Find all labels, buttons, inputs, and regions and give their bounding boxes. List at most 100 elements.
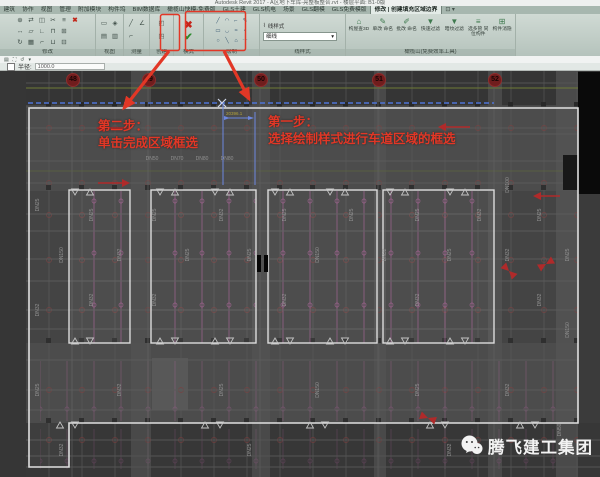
radius-input[interactable]	[35, 63, 105, 70]
ribbon-tab[interactable]: 建筑	[0, 6, 19, 14]
pipe-size-label: DN25	[35, 199, 41, 212]
olive-tool-button[interactable]: ✎单改 命名	[372, 16, 394, 32]
line-style-value: 细线	[266, 33, 277, 40]
modify-tool-icon[interactable]: ⊕	[16, 16, 25, 26]
olive-tool-label: 构件消隐	[491, 27, 513, 32]
modify-tool-icon[interactable]: ⊔	[49, 38, 58, 48]
ribbon-tab[interactable]: 构件坞	[105, 6, 129, 14]
drawing-canvas[interactable]: 4849505152 DN25DN32DN150DN25DN32DN32DN25…	[0, 71, 600, 477]
ribbon-tab[interactable]: 附加模块	[74, 6, 104, 14]
measure-tool-icon[interactable]: ╱	[127, 19, 136, 29]
modify-tool-icon[interactable]: ⊓	[49, 27, 58, 37]
panel-draw: ╱▭○◠◡╲⌐≈⌂✎∘⋯ 绘制	[204, 14, 260, 56]
draw-tool-icon[interactable]: ╱	[215, 17, 222, 25]
ribbon-tab[interactable]: 场景	[279, 6, 298, 14]
ribbon: ⊕↔↻⇄▱▦◫∟⌐✂⊓⊔≡⊞⊟✖ 修改 ▭▤◈▥ 视图 ╱⌐∠ 测量 ◰◳ 创建…	[0, 14, 600, 57]
pipe-size-label: DN32	[219, 209, 225, 222]
radius-checkbox[interactable]	[7, 63, 15, 71]
annotation-step2: 第二步： 单击完成区域框选	[98, 118, 198, 152]
pipe-size-label: DN150	[59, 247, 65, 263]
panel-view: ▭ ▤◈ ▥ 视图	[96, 14, 124, 56]
panel-view-label: 视图	[96, 49, 123, 56]
olive-tool-label: 批改 命名	[396, 27, 418, 32]
modify-tool-icon[interactable]: ⊞	[60, 27, 69, 37]
radius-label: 半径:	[18, 62, 32, 71]
modify-tool-icon[interactable]: ⊟	[60, 38, 69, 48]
olive-tool-button[interactable]: ≡选多管 同位构件	[467, 16, 489, 37]
view-tool-icon[interactable]: ▭	[100, 19, 109, 29]
pipe-size-label: DN25	[247, 444, 253, 457]
draw-tool-icon[interactable]: ○	[215, 37, 222, 45]
draw-tool-icon[interactable]: ⋯	[242, 37, 249, 45]
olive-tool-label: 快速过滤	[420, 27, 442, 32]
annotation-step1: 第一步： 选择绘制样式进行车道区域的框选	[268, 114, 456, 148]
modify-tool-icon[interactable]: ↻	[16, 38, 25, 48]
modify-tool-icon[interactable]: ⌐	[38, 38, 47, 48]
olive-tool-button[interactable]: ✐批改 命名	[396, 16, 418, 32]
pipe-size-label: DN25	[282, 209, 288, 222]
draw-tool-icon[interactable]: ✎	[242, 17, 249, 25]
olive-tool-icon: ✎	[372, 16, 394, 27]
modify-tool-icon[interactable]: ✖	[71, 16, 80, 26]
ribbon-tab[interactable]: GLS机电	[249, 6, 279, 14]
line-style-dropdown[interactable]: 细线 ▾	[263, 32, 337, 41]
draw-tool-icon[interactable]: ≈	[233, 27, 240, 35]
view-tool-icon[interactable]: ▤	[100, 32, 109, 42]
pipe-size-label: DN32	[282, 294, 288, 307]
panel-mode: ✖ ✔ 模式	[174, 14, 204, 56]
measure-tool-icon[interactable]: ⌐	[127, 32, 136, 42]
modify-tool-icon[interactable]: ⇄	[27, 16, 36, 26]
ribbon-tab[interactable]: BIM数据库	[129, 6, 164, 14]
ribbon-tab[interactable]: GLS翻模	[298, 6, 328, 14]
ribbon-tab[interactable]: GLS土建	[219, 6, 249, 14]
pipe-size-label: DN25	[415, 384, 421, 397]
line-style-row-label: 线样式	[268, 22, 285, 30]
modify-tool-icon[interactable]: ▦	[27, 38, 36, 48]
draw-tool-icon[interactable]: ╲	[224, 37, 231, 45]
ribbon-tab[interactable]: 橄榄山快模-免费版	[164, 6, 219, 14]
olive-tool-button[interactable]: ▼快速过滤	[420, 16, 442, 32]
measure-tool-icon[interactable]: ∠	[138, 19, 147, 29]
modify-tool-icon[interactable]: ◫	[38, 16, 47, 26]
line-style-icon: ⌇	[263, 23, 266, 29]
olive-tool-icon: ⊞	[491, 16, 513, 27]
pipe-size-label: DN25	[565, 249, 571, 262]
measure-tools: ╱ ⌐∠	[127, 19, 147, 44]
pipe-size-label: DN32	[35, 304, 41, 317]
ribbon-tab[interactable]: 协作	[19, 6, 38, 14]
ribbon-tab[interactable]: 管理	[56, 6, 75, 14]
olive-tool-button[interactable]: ▼暗纹过滤	[443, 16, 465, 32]
view-tool-icon[interactable]: ▥	[111, 32, 120, 42]
draw-tool-icon[interactable]: ◡	[224, 27, 231, 35]
modify-tool-icon[interactable]: ∟	[38, 27, 47, 37]
watermark: 腾飞建工集团	[461, 434, 593, 458]
ribbon-tab-active[interactable]: 修改 | 创建填充区域边界	[370, 6, 442, 14]
create-tool-icon[interactable]: ◳	[157, 32, 166, 42]
draw-tool-icon[interactable]: ⌂	[233, 37, 240, 45]
olive-tool-label: 选多管 同位构件	[467, 27, 489, 37]
pipe-size-label: DN150	[315, 247, 321, 263]
pipe-size-label: DN32	[477, 209, 483, 222]
draw-tool-icon[interactable]: ▭	[215, 27, 222, 35]
create-tool-icon[interactable]: ◰	[157, 19, 166, 29]
ribbon-tab[interactable]: 视图	[37, 6, 56, 14]
finish-edit-icon[interactable]: ✔	[184, 32, 192, 43]
pipe-size-label: DN32	[505, 249, 511, 262]
pipe-size-label: DN25	[152, 209, 158, 222]
grid-bubble: 50	[254, 73, 268, 87]
modify-tool-icon[interactable]: ✂	[49, 16, 58, 26]
pipe-size-label: DN100	[505, 177, 511, 193]
draw-tool-icon[interactable]: ⌐	[233, 17, 240, 25]
draw-tool-icon[interactable]: ∘	[242, 27, 249, 35]
modify-tool-icon[interactable]: ▱	[27, 27, 36, 37]
modify-tool-icon[interactable]: ↔	[16, 27, 25, 37]
modify-tool-icon[interactable]: ≡	[60, 16, 69, 26]
cancel-edit-icon[interactable]: ✖	[184, 20, 192, 31]
olive-tool-icon: ⌂	[348, 16, 370, 27]
olive-tool-button[interactable]: ⊞构件消隐	[491, 16, 513, 32]
olive-tool-button[interactable]: ⌂构屋查3D	[348, 16, 370, 32]
ribbon-tab[interactable]: GLS免费模版	[328, 6, 370, 14]
tab-overflow-icon[interactable]: ⊡ ▾	[442, 6, 458, 14]
view-tool-icon[interactable]: ◈	[111, 19, 120, 29]
draw-tool-icon[interactable]: ◠	[224, 17, 231, 25]
